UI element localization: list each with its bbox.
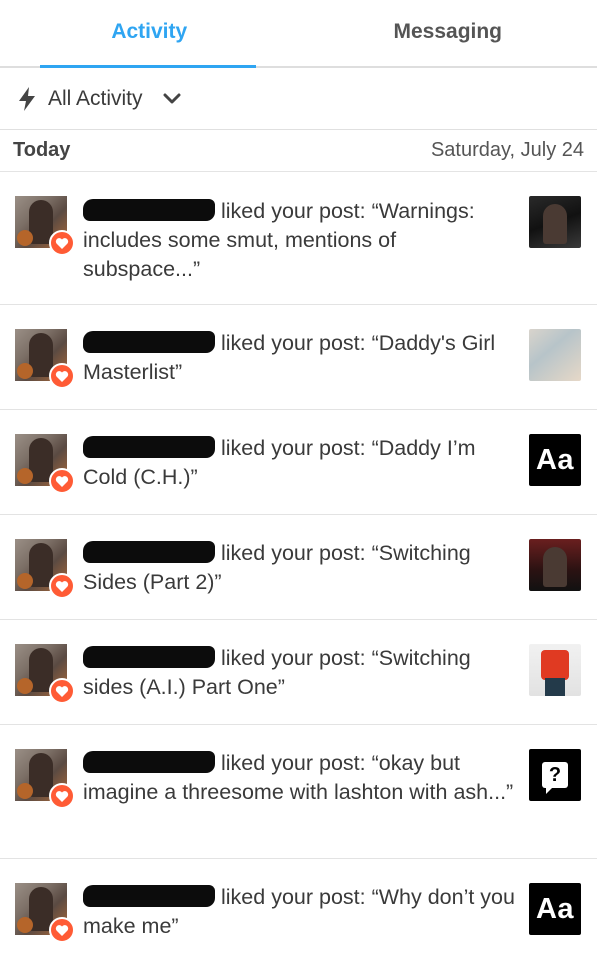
- lightning-bolt-icon: [19, 86, 35, 111]
- activity-text: liked your post: “Why don’t you make me”: [83, 883, 517, 941]
- activity-item[interactable]: liked your post: “Daddy's Girl Masterlis…: [0, 305, 597, 410]
- question-mark-icon: ?: [542, 762, 568, 794]
- redacted-username: [83, 885, 215, 907]
- avatar[interactable]: [15, 883, 75, 943]
- activity-item[interactable]: liked your post: “okay but imagine a thr…: [0, 725, 597, 859]
- tab-activity[interactable]: Activity: [0, 0, 299, 66]
- heart-icon: [49, 917, 75, 943]
- activity-text: liked your post: “Switching sides (A.I.)…: [83, 644, 517, 702]
- heart-icon: [49, 678, 75, 704]
- text-post-thumbnail[interactable]: Aa: [529, 883, 581, 935]
- avatar[interactable]: [15, 644, 75, 704]
- heart-icon: [49, 468, 75, 494]
- section-title: Today: [13, 139, 71, 161]
- redacted-username: [83, 541, 215, 563]
- activity-item[interactable]: liked your post: “Daddy I’m Cold (C.H.)”…: [0, 410, 597, 515]
- avatar[interactable]: [15, 434, 75, 494]
- section-header: Today Saturday, July 24: [0, 130, 597, 172]
- heart-icon: [49, 573, 75, 599]
- heart-icon: [49, 363, 75, 389]
- post-thumbnail[interactable]: [529, 329, 581, 381]
- ask-post-thumbnail[interactable]: ?: [529, 749, 581, 801]
- redacted-username: [83, 331, 215, 353]
- tab-bar: Activity Messaging: [0, 0, 597, 68]
- avatar[interactable]: [15, 329, 75, 389]
- avatar[interactable]: [15, 749, 75, 809]
- redacted-username: [83, 646, 215, 668]
- activity-item[interactable]: liked your post: “Warnings: includes som…: [0, 172, 597, 305]
- post-thumbnail[interactable]: [529, 539, 581, 591]
- avatar[interactable]: [15, 196, 75, 256]
- activity-item[interactable]: liked your post: “Switching sides (A.I.)…: [0, 620, 597, 725]
- activity-text: liked your post: “Warnings: includes som…: [83, 197, 517, 284]
- post-thumbnail[interactable]: [529, 644, 581, 696]
- activity-item[interactable]: liked your post: “Why don’t you make me”…: [0, 859, 597, 960]
- activity-text: liked your post: “Daddy I’m Cold (C.H.)”: [83, 434, 517, 492]
- redacted-username: [83, 199, 215, 221]
- heart-icon: [49, 783, 75, 809]
- section-date: Saturday, July 24: [430, 139, 584, 161]
- filter-label: All Activity: [48, 86, 143, 110]
- activity-item[interactable]: liked your post: “Switching Sides (Part …: [0, 515, 597, 620]
- avatar[interactable]: [15, 539, 75, 599]
- tab-messaging[interactable]: Messaging: [299, 0, 597, 66]
- chevron-down-icon: [163, 93, 181, 103]
- activity-text: liked your post: “Daddy's Girl Masterlis…: [83, 329, 517, 387]
- activity-filter-dropdown[interactable]: All Activity: [0, 68, 597, 130]
- heart-icon: [49, 230, 75, 256]
- post-thumbnail[interactable]: [529, 196, 581, 248]
- text-post-thumbnail[interactable]: Aa: [529, 434, 581, 486]
- redacted-username: [83, 436, 215, 458]
- active-tab-indicator: [40, 65, 256, 68]
- activity-text: liked your post: “okay but imagine a thr…: [83, 749, 517, 807]
- activity-text: liked your post: “Switching Sides (Part …: [83, 539, 517, 597]
- redacted-username: [83, 751, 215, 773]
